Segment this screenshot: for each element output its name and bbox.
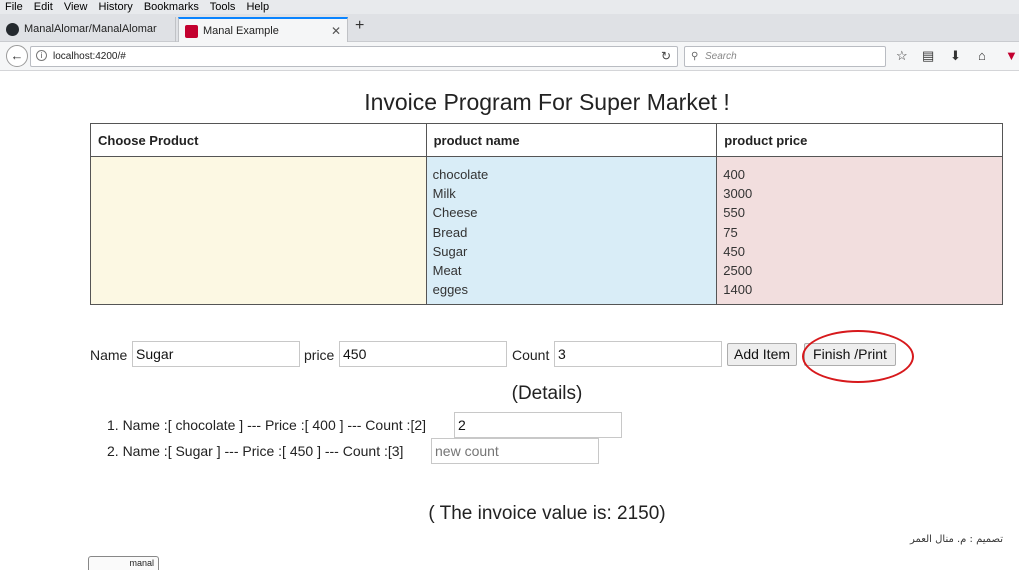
name-label: Name (90, 347, 128, 363)
product-name-item[interactable]: Meat (433, 261, 710, 280)
page-title: Invoice Program For Super Market ! (364, 89, 730, 115)
home-icon[interactable]: ⌂ (978, 48, 986, 63)
github-icon (6, 23, 19, 36)
detail-item: 2. Name :[ Sugar ] --- Price :[ 450 ] --… (107, 443, 404, 459)
tab-label: Manal Example (203, 25, 279, 37)
product-name-item[interactable]: egges (433, 280, 710, 299)
menu-view[interactable]: View (64, 1, 88, 13)
menu-edit[interactable]: Edit (34, 1, 53, 13)
product-name-item[interactable]: Sugar (433, 242, 710, 261)
product-price-item: 2500 (723, 262, 753, 278)
header-product-name: product name (425, 123, 718, 157)
menu-bar: File Edit View History Bookmarks Tools H… (0, 0, 1019, 14)
navigation-toolbar: ← i localhost:4200/# ↻ ⚲ Search ☆ ▤ ⬇ ⌂ … (0, 42, 1019, 71)
new-tab-button[interactable]: + (355, 17, 364, 35)
count-input[interactable] (554, 341, 722, 367)
info-icon[interactable]: i (36, 50, 47, 61)
product-price-item: 3000 (723, 186, 753, 202)
tab-strip: ManalAlomar/ManalAlomar Manal Example ✕ … (0, 14, 1019, 42)
product-name-item[interactable]: chocolate (433, 165, 710, 184)
add-item-button[interactable]: Add Item (727, 343, 797, 366)
search-placeholder: Search (705, 51, 737, 62)
header-choose-product: Choose Product (90, 123, 427, 157)
product-name-item[interactable]: Cheese (433, 203, 710, 222)
reload-icon[interactable]: ↻ (661, 47, 671, 66)
product-price-item: 400 (723, 167, 745, 182)
highlight-circle (802, 330, 914, 383)
designer-credit: تصميم : م. منال العمر (910, 534, 1003, 545)
menu-history[interactable]: History (99, 1, 133, 13)
bookmark-star-icon[interactable]: ☆ (896, 48, 908, 64)
name-input[interactable] (132, 341, 300, 367)
close-tab-icon[interactable]: ✕ (331, 19, 341, 42)
menu-bookmarks[interactable]: Bookmarks (144, 1, 199, 13)
back-button[interactable]: ← (6, 45, 28, 67)
reading-list-icon[interactable]: ▤ (922, 48, 934, 64)
product-price-item: 75 (723, 224, 738, 240)
price-label: price (304, 347, 335, 363)
download-icon[interactable]: ⬇ (950, 48, 961, 64)
count-label: Count (512, 347, 550, 363)
table-header-row: Choose Product product name product pric… (90, 123, 1003, 157)
tab-github[interactable]: ManalAlomar/ManalAlomar (0, 17, 176, 42)
menu-tools[interactable]: Tools (210, 1, 236, 13)
product-price-cell: 400 3000 550 75 450 2500 1400 (716, 156, 1003, 305)
menu-help[interactable]: Help (246, 1, 269, 13)
address-bar[interactable]: i localhost:4200/# ↻ (30, 46, 678, 67)
product-price-item: 550 (723, 205, 745, 221)
menu-file[interactable]: File (5, 1, 23, 13)
header-product-price: product price (716, 123, 1003, 157)
products-table: Choose Product product name product pric… (90, 123, 1003, 305)
choose-product-cell[interactable] (90, 156, 427, 305)
invoice-total: ( The invoice value is: 2150) (428, 503, 666, 524)
angular-icon (185, 25, 198, 38)
detail-count-input[interactable] (454, 412, 622, 438)
product-price-item: 1400 (723, 282, 753, 298)
detail-count-input[interactable] (431, 438, 599, 464)
product-name-item[interactable]: Milk (433, 184, 710, 203)
product-price-item: 450 (723, 243, 745, 259)
details-title: (Details) (511, 383, 583, 404)
extension-icon[interactable]: ▼ (1005, 48, 1018, 63)
product-name-cell: chocolate Milk Cheese Bread Sugar Meat e… (425, 156, 718, 305)
search-icon: ⚲ (691, 51, 699, 62)
detail-item: 1. Name :[ chocolate ] --- Price :[ 400 … (107, 417, 427, 433)
table-row: chocolate Milk Cheese Bread Sugar Meat e… (90, 156, 1003, 305)
price-input[interactable] (339, 341, 507, 367)
search-bar[interactable]: ⚲ Search (684, 46, 886, 67)
tab-manal-example[interactable]: Manal Example ✕ (178, 17, 348, 42)
tab-label: ManalAlomar/ManalAlomar (24, 23, 157, 35)
url-text: localhost:4200/# (53, 51, 126, 62)
product-name-item[interactable]: Bread (433, 223, 710, 242)
